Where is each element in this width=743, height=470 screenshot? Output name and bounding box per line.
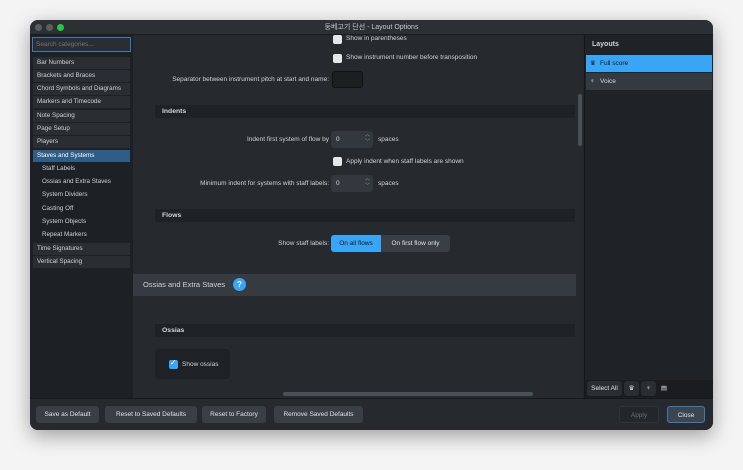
category-chord-symbols[interactable]: Chord Symbols and Diagrams [33, 83, 130, 95]
close-button[interactable]: Close [667, 406, 705, 423]
category-markers[interactable]: Markers and Timecode [33, 96, 130, 108]
minimize-window-icon[interactable] [46, 24, 53, 31]
category-repeat-markers[interactable]: Repeat Markers [33, 229, 130, 241]
show-instrument-number-label: Show instrument number before transposit… [346, 54, 478, 61]
search-categories-input[interactable] [32, 37, 131, 52]
category-vertical-spacing[interactable]: Vertical Spacing [33, 256, 130, 268]
category-sidebar: Bar Numbers Brackets and Braces Chord Sy… [30, 35, 133, 398]
title-bar: 둥베고기 단선 - Layout Options [30, 20, 713, 35]
show-staff-labels-label: Show staff labels: [278, 240, 329, 247]
category-players[interactable]: Players [33, 136, 130, 148]
save-as-default-button[interactable]: Save as Default [36, 406, 99, 423]
select-all-button[interactable]: Select All [587, 381, 622, 396]
apply-button[interactable]: Apply [619, 406, 659, 423]
select-custom-icon[interactable]: ▤ [658, 381, 670, 396]
select-full-scores-icon[interactable]: ♛ [624, 381, 639, 396]
min-indent-stepper[interactable]: 0 ︿ ﹀ [331, 175, 373, 192]
layout-options-window: 둥베고기 단선 - Layout Options Bar Numbers Bra… [30, 20, 713, 430]
ossias-heading: Ossias [155, 324, 575, 337]
horizontal-scrollbar[interactable] [283, 392, 533, 396]
remove-saved-defaults-button[interactable]: Remove Saved Defaults [274, 406, 363, 423]
zoom-window-icon[interactable] [57, 24, 64, 31]
spaces-unit: spaces [378, 136, 399, 143]
indent-first-value: 0 [336, 136, 340, 143]
ossias-section-title: Ossias and Extra Staves [143, 280, 226, 289]
category-staff-labels[interactable]: Staff Labels [33, 163, 130, 175]
category-staves-and-systems[interactable]: Staves and Systems [33, 150, 130, 162]
on-first-flow-only-button[interactable]: On first flow only [381, 235, 450, 252]
min-indent-label: Minimum indent for systems with staff la… [200, 180, 329, 187]
window-title: 둥베고기 단선 - Layout Options [324, 24, 419, 31]
layout-label: Voice [600, 78, 616, 85]
reset-to-saved-defaults-button[interactable]: Reset to Saved Defaults [105, 406, 197, 423]
category-casting-off[interactable]: Casting Off [33, 203, 130, 215]
category-ossias[interactable]: Ossias and Extra Staves [33, 176, 130, 188]
min-indent-value: 0 [336, 180, 340, 187]
indents-heading: Indents [155, 105, 575, 118]
footer-bar: Save as Default Reset to Saved Defaults … [30, 398, 713, 430]
close-window-icon[interactable] [35, 24, 42, 31]
show-in-parentheses-label: Show in parentheses [346, 35, 407, 42]
layout-label: Full score [600, 60, 629, 67]
full-score-icon: ♛ [590, 60, 596, 67]
flows-heading: Flows [155, 209, 575, 222]
separator-input[interactable] [332, 71, 363, 88]
category-note-spacing[interactable]: Note Spacing [33, 110, 130, 122]
category-system-dividers[interactable]: System Dividers [33, 189, 130, 201]
layouts-title: Layouts [592, 41, 619, 48]
apply-indent-label: Apply indent when staff labels are shown [346, 158, 464, 165]
indent-first-stepper[interactable]: 0 ︿ ﹀ [331, 131, 373, 148]
select-parts-icon[interactable]: ♆ [641, 381, 656, 396]
layout-full-score[interactable]: ♛ Full score [586, 55, 712, 72]
show-in-parentheses-checkbox[interactable] [333, 35, 342, 44]
layout-voice[interactable]: ♆ Voice [586, 73, 712, 90]
help-icon[interactable]: ? [233, 278, 246, 291]
on-all-flows-button[interactable]: On all flows [331, 235, 381, 252]
reset-to-factory-button[interactable]: Reset to Factory [202, 406, 266, 423]
ossias-section-header: Ossias and Extra Staves ? [133, 274, 576, 296]
category-brackets[interactable]: Brackets and Braces [33, 70, 130, 82]
separator-label: Separator between instrument pitch at st… [172, 76, 329, 83]
category-bar-numbers[interactable]: Bar Numbers [33, 57, 130, 69]
layouts-panel: Layouts ♛ Full score ♆ Voice Select All ♛ … [584, 35, 713, 398]
category-time-signatures[interactable]: Time Signatures [33, 243, 130, 255]
stepper-arrows-icon[interactable]: ︿ ﹀ [365, 176, 370, 190]
show-instrument-number-checkbox[interactable] [333, 54, 342, 63]
category-page-setup[interactable]: Page Setup [33, 123, 130, 135]
part-icon: ♆ [590, 78, 595, 85]
show-ossias-group: ✓ Show ossias [155, 349, 230, 379]
options-panel: Show in parentheses Show instrument numb… [133, 35, 583, 398]
checkmark-icon: ✓ [170, 358, 177, 367]
stepper-arrows-icon[interactable]: ︿ ﹀ [365, 132, 370, 146]
spaces-unit: spaces [378, 180, 399, 187]
apply-indent-checkbox[interactable] [333, 157, 342, 166]
show-ossias-label: Show ossias [182, 361, 219, 368]
category-system-objects[interactable]: System Objects [33, 216, 130, 228]
layouts-toolbar: Select All ♛ ♆ ▤ [585, 380, 713, 398]
vertical-scrollbar[interactable] [578, 94, 582, 146]
indent-first-label: Indent first system of flow by [246, 136, 329, 143]
